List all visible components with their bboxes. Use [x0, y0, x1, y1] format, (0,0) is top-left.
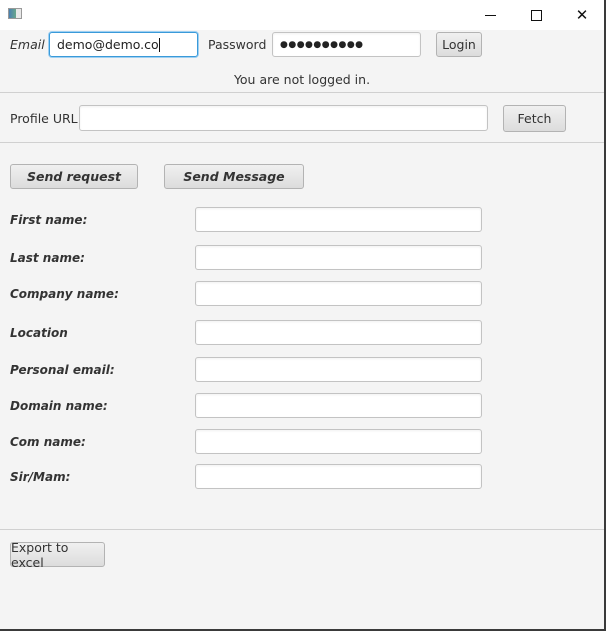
export-to-excel-button[interactable]: Export to excel	[10, 540, 105, 570]
app-icon	[8, 8, 22, 19]
close-button[interactable]: ✕	[559, 0, 605, 30]
login-button[interactable]: Login	[436, 32, 482, 57]
maximize-icon	[530, 9, 542, 21]
location-label: Location	[10, 326, 68, 340]
text-caret	[158, 37, 160, 52]
personal-email-label: Personal email:	[10, 363, 115, 377]
maximize-button[interactable]	[513, 0, 559, 30]
fetch-button[interactable]: Fetch	[503, 105, 566, 132]
profile-url-label: Profile URL	[10, 111, 78, 126]
send-message-button[interactable]: Send Message	[164, 164, 304, 189]
first-name-input[interactable]	[195, 207, 482, 232]
profile-url-input[interactable]	[79, 105, 488, 131]
location-input[interactable]	[195, 320, 482, 345]
title-bar: ✕	[0, 0, 604, 30]
email-label: Email	[10, 37, 45, 52]
divider	[0, 142, 604, 143]
domain-name-label: Domain name:	[10, 399, 108, 413]
personal-email-input[interactable]	[195, 357, 482, 382]
divider	[0, 529, 604, 530]
divider	[0, 92, 604, 93]
email-field[interactable]: demo@demo.co	[49, 32, 198, 57]
company-name-label: Company name:	[10, 287, 119, 301]
minimize-icon	[484, 14, 496, 16]
last-name-label: Last name:	[10, 251, 85, 265]
close-icon: ✕	[575, 6, 589, 24]
password-label: Password	[208, 37, 267, 52]
com-name-label: Com name:	[10, 435, 86, 449]
first-name-label: First name:	[10, 213, 88, 227]
salutation-input[interactable]	[195, 464, 482, 489]
login-status: You are not logged in.	[233, 72, 371, 87]
app-window: ✕ Email demo@demo.co Password ●●●●●●●●●●…	[0, 0, 606, 631]
password-value: ●●●●●●●●●●	[280, 39, 364, 50]
com-name-input[interactable]	[195, 429, 482, 454]
company-name-input[interactable]	[195, 281, 482, 306]
domain-name-input[interactable]	[195, 393, 482, 418]
email-value: demo@demo.co	[57, 37, 159, 52]
password-field[interactable]: ●●●●●●●●●●	[272, 32, 421, 57]
send-request-button[interactable]: Send request	[10, 164, 138, 189]
last-name-input[interactable]	[195, 245, 482, 270]
minimize-button[interactable]	[467, 0, 513, 30]
salutation-label: Sir/Mam:	[10, 470, 71, 484]
